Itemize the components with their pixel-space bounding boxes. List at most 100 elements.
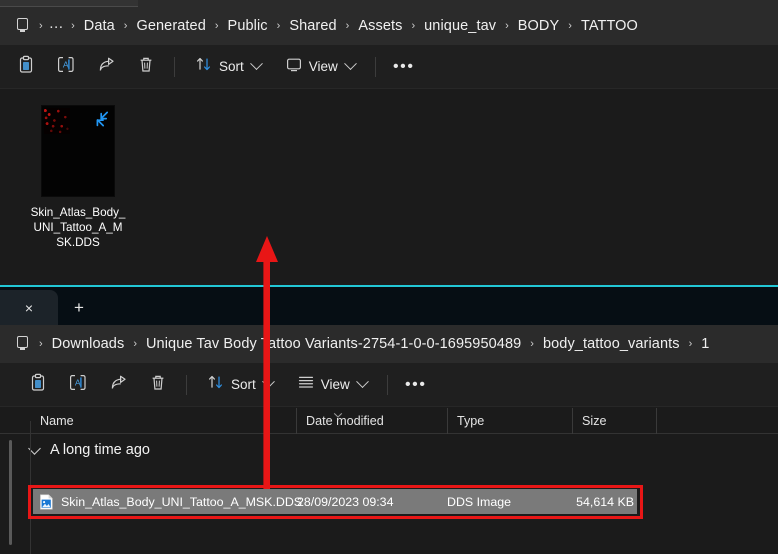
column-header-name-label: Name bbox=[40, 413, 74, 428]
active-tab-remnant bbox=[0, 0, 138, 7]
explorer-window-top: › … › Data › Generated › Public › Shared… bbox=[0, 0, 778, 285]
close-icon[interactable]: × bbox=[25, 301, 33, 315]
delete-button[interactable] bbox=[129, 52, 163, 82]
column-headers: Name Date modified Type Size bbox=[0, 407, 778, 434]
file-name-line-1: Skin_Atlas_Body_ bbox=[30, 206, 126, 219]
rename-button[interactable]: A bbox=[61, 370, 95, 400]
toolbar-top: A Sort View ••• bbox=[0, 45, 778, 89]
breadcrumb-bar-top[interactable]: › … › Data › Generated › Public › Shared… bbox=[0, 7, 778, 45]
column-header-date-label: Date modified bbox=[306, 413, 384, 428]
paste-button[interactable] bbox=[9, 52, 43, 82]
window-top-strip bbox=[0, 0, 778, 7]
breadcrumb-item-unique-tav[interactable]: unique_tav bbox=[417, 15, 503, 37]
breadcrumb-separator: › bbox=[568, 20, 572, 32]
column-header-name[interactable]: Name bbox=[31, 408, 296, 434]
breadcrumb-item-1[interactable]: 1 bbox=[694, 333, 716, 355]
ellipsis-icon: ••• bbox=[392, 57, 415, 75]
breadcrumb-item-tattoo[interactable]: TATTOO bbox=[574, 15, 645, 37]
file-row-date: 28/09/2023 09:34 bbox=[297, 494, 394, 509]
view-button[interactable]: View bbox=[288, 370, 376, 400]
list-left-divider bbox=[30, 421, 31, 554]
trash-icon bbox=[137, 55, 155, 79]
column-header-size-label: Size bbox=[582, 413, 607, 428]
breadcrumb-item-public[interactable]: Public bbox=[221, 15, 275, 37]
breadcrumb-separator: › bbox=[688, 338, 693, 350]
table-row[interactable]: Skin_Atlas_Body_UNI_Tattoo_A_MSK.DDS 28/… bbox=[33, 489, 637, 514]
monitor-icon[interactable] bbox=[15, 18, 32, 34]
rename-icon: A bbox=[68, 373, 88, 397]
paste-button[interactable] bbox=[21, 370, 55, 400]
share-icon bbox=[109, 373, 128, 397]
clipboard-icon bbox=[17, 55, 35, 79]
new-tab-button[interactable]: + bbox=[66, 296, 92, 320]
breadcrumb-separator: › bbox=[123, 20, 128, 32]
breadcrumb-separator: › bbox=[133, 338, 137, 350]
file-row-name: Skin_Atlas_Body_UNI_Tattoo_A_MSK.DDS bbox=[61, 494, 303, 509]
share-button[interactable] bbox=[89, 52, 123, 82]
toolbar-divider bbox=[186, 374, 187, 395]
toolbar-divider bbox=[174, 56, 175, 77]
sort-button[interactable]: Sort bbox=[186, 52, 270, 82]
trash-icon bbox=[149, 373, 167, 397]
column-header-type[interactable]: Type bbox=[447, 407, 572, 434]
dds-image-file-icon bbox=[39, 493, 54, 510]
breadcrumb-separator: › bbox=[71, 20, 75, 32]
breadcrumb-separator: › bbox=[39, 338, 43, 350]
view-label: View bbox=[320, 377, 350, 392]
clipboard-icon bbox=[29, 373, 47, 397]
breadcrumb-item-body-tattoo-variants[interactable]: body_tattoo_variants bbox=[536, 333, 687, 355]
group-header[interactable]: A long time ago bbox=[0, 437, 778, 463]
breadcrumb-item-generated[interactable]: Generated bbox=[129, 15, 212, 37]
breadcrumb-item-body[interactable]: BODY bbox=[511, 15, 567, 37]
breadcrumb-item-data[interactable]: Data bbox=[77, 15, 122, 37]
breadcrumb-item-assets[interactable]: Assets bbox=[351, 15, 409, 37]
delete-button[interactable] bbox=[141, 370, 175, 400]
breadcrumb-bar-bottom[interactable]: › Downloads › Unique Tav Body Tattoo Var… bbox=[0, 325, 778, 363]
column-header-spacer bbox=[656, 407, 776, 434]
more-options-button[interactable]: ••• bbox=[399, 370, 433, 400]
column-header-date-modified[interactable]: Date modified bbox=[296, 407, 447, 434]
group-header-label: A long time ago bbox=[50, 442, 150, 458]
sort-arrows-icon bbox=[195, 55, 213, 78]
monitor-view-icon bbox=[285, 56, 303, 78]
breadcrumb-item-shared[interactable]: Shared bbox=[282, 15, 343, 37]
ellipsis-icon: ••• bbox=[404, 375, 427, 393]
file-row-size: 54,614 KB bbox=[576, 494, 634, 509]
sort-label: Sort bbox=[231, 377, 256, 392]
sort-label: Sort bbox=[219, 59, 244, 74]
file-thumbnail bbox=[41, 105, 115, 197]
tab-active[interactable]: × bbox=[0, 290, 58, 325]
tab-strip: × + bbox=[0, 287, 778, 325]
chevron-down-icon bbox=[343, 57, 357, 71]
view-button[interactable]: View bbox=[276, 52, 364, 82]
breadcrumb-separator: › bbox=[345, 20, 350, 32]
svg-text:A: A bbox=[63, 59, 69, 69]
svg-text:A: A bbox=[75, 377, 81, 387]
share-button[interactable] bbox=[101, 370, 135, 400]
screen-root: › … › Data › Generated › Public › Shared… bbox=[0, 0, 778, 554]
breadcrumb-overflow[interactable]: … bbox=[45, 15, 69, 38]
sort-button[interactable]: Sort bbox=[198, 370, 282, 400]
more-options-button[interactable]: ••• bbox=[387, 52, 421, 82]
chevron-down-icon bbox=[355, 375, 369, 389]
file-row-type: DDS Image bbox=[447, 494, 512, 509]
file-tile[interactable]: Skin_Atlas_Body_ UNI_Tattoo_A_M SK.DDS bbox=[14, 105, 142, 250]
rename-icon: A bbox=[56, 55, 76, 79]
rename-button[interactable]: A bbox=[49, 52, 83, 82]
vertical-scrollbar[interactable] bbox=[9, 440, 12, 545]
file-name-line-3: SK.DDS bbox=[56, 236, 100, 249]
chevron-down-icon bbox=[249, 57, 263, 71]
column-header-size[interactable]: Size bbox=[572, 407, 656, 434]
breadcrumb-separator: › bbox=[214, 20, 219, 32]
file-row-name-cell: Skin_Atlas_Body_UNI_Tattoo_A_MSK.DDS bbox=[33, 493, 302, 510]
sort-arrows-icon bbox=[207, 373, 225, 396]
breadcrumb-item-mod-archive[interactable]: Unique Tav Body Tattoo Variants-2754-1-0… bbox=[139, 333, 528, 355]
breadcrumb-separator: › bbox=[276, 20, 281, 32]
monitor-icon[interactable] bbox=[15, 336, 32, 352]
breadcrumb-item-downloads[interactable]: Downloads bbox=[45, 333, 132, 355]
share-icon bbox=[97, 55, 116, 79]
column-header-type-label: Type bbox=[457, 413, 485, 428]
file-tile-label: Skin_Atlas_Body_ UNI_Tattoo_A_M SK.DDS bbox=[23, 205, 133, 250]
toolbar-divider bbox=[386, 374, 388, 395]
view-label: View bbox=[308, 59, 338, 74]
